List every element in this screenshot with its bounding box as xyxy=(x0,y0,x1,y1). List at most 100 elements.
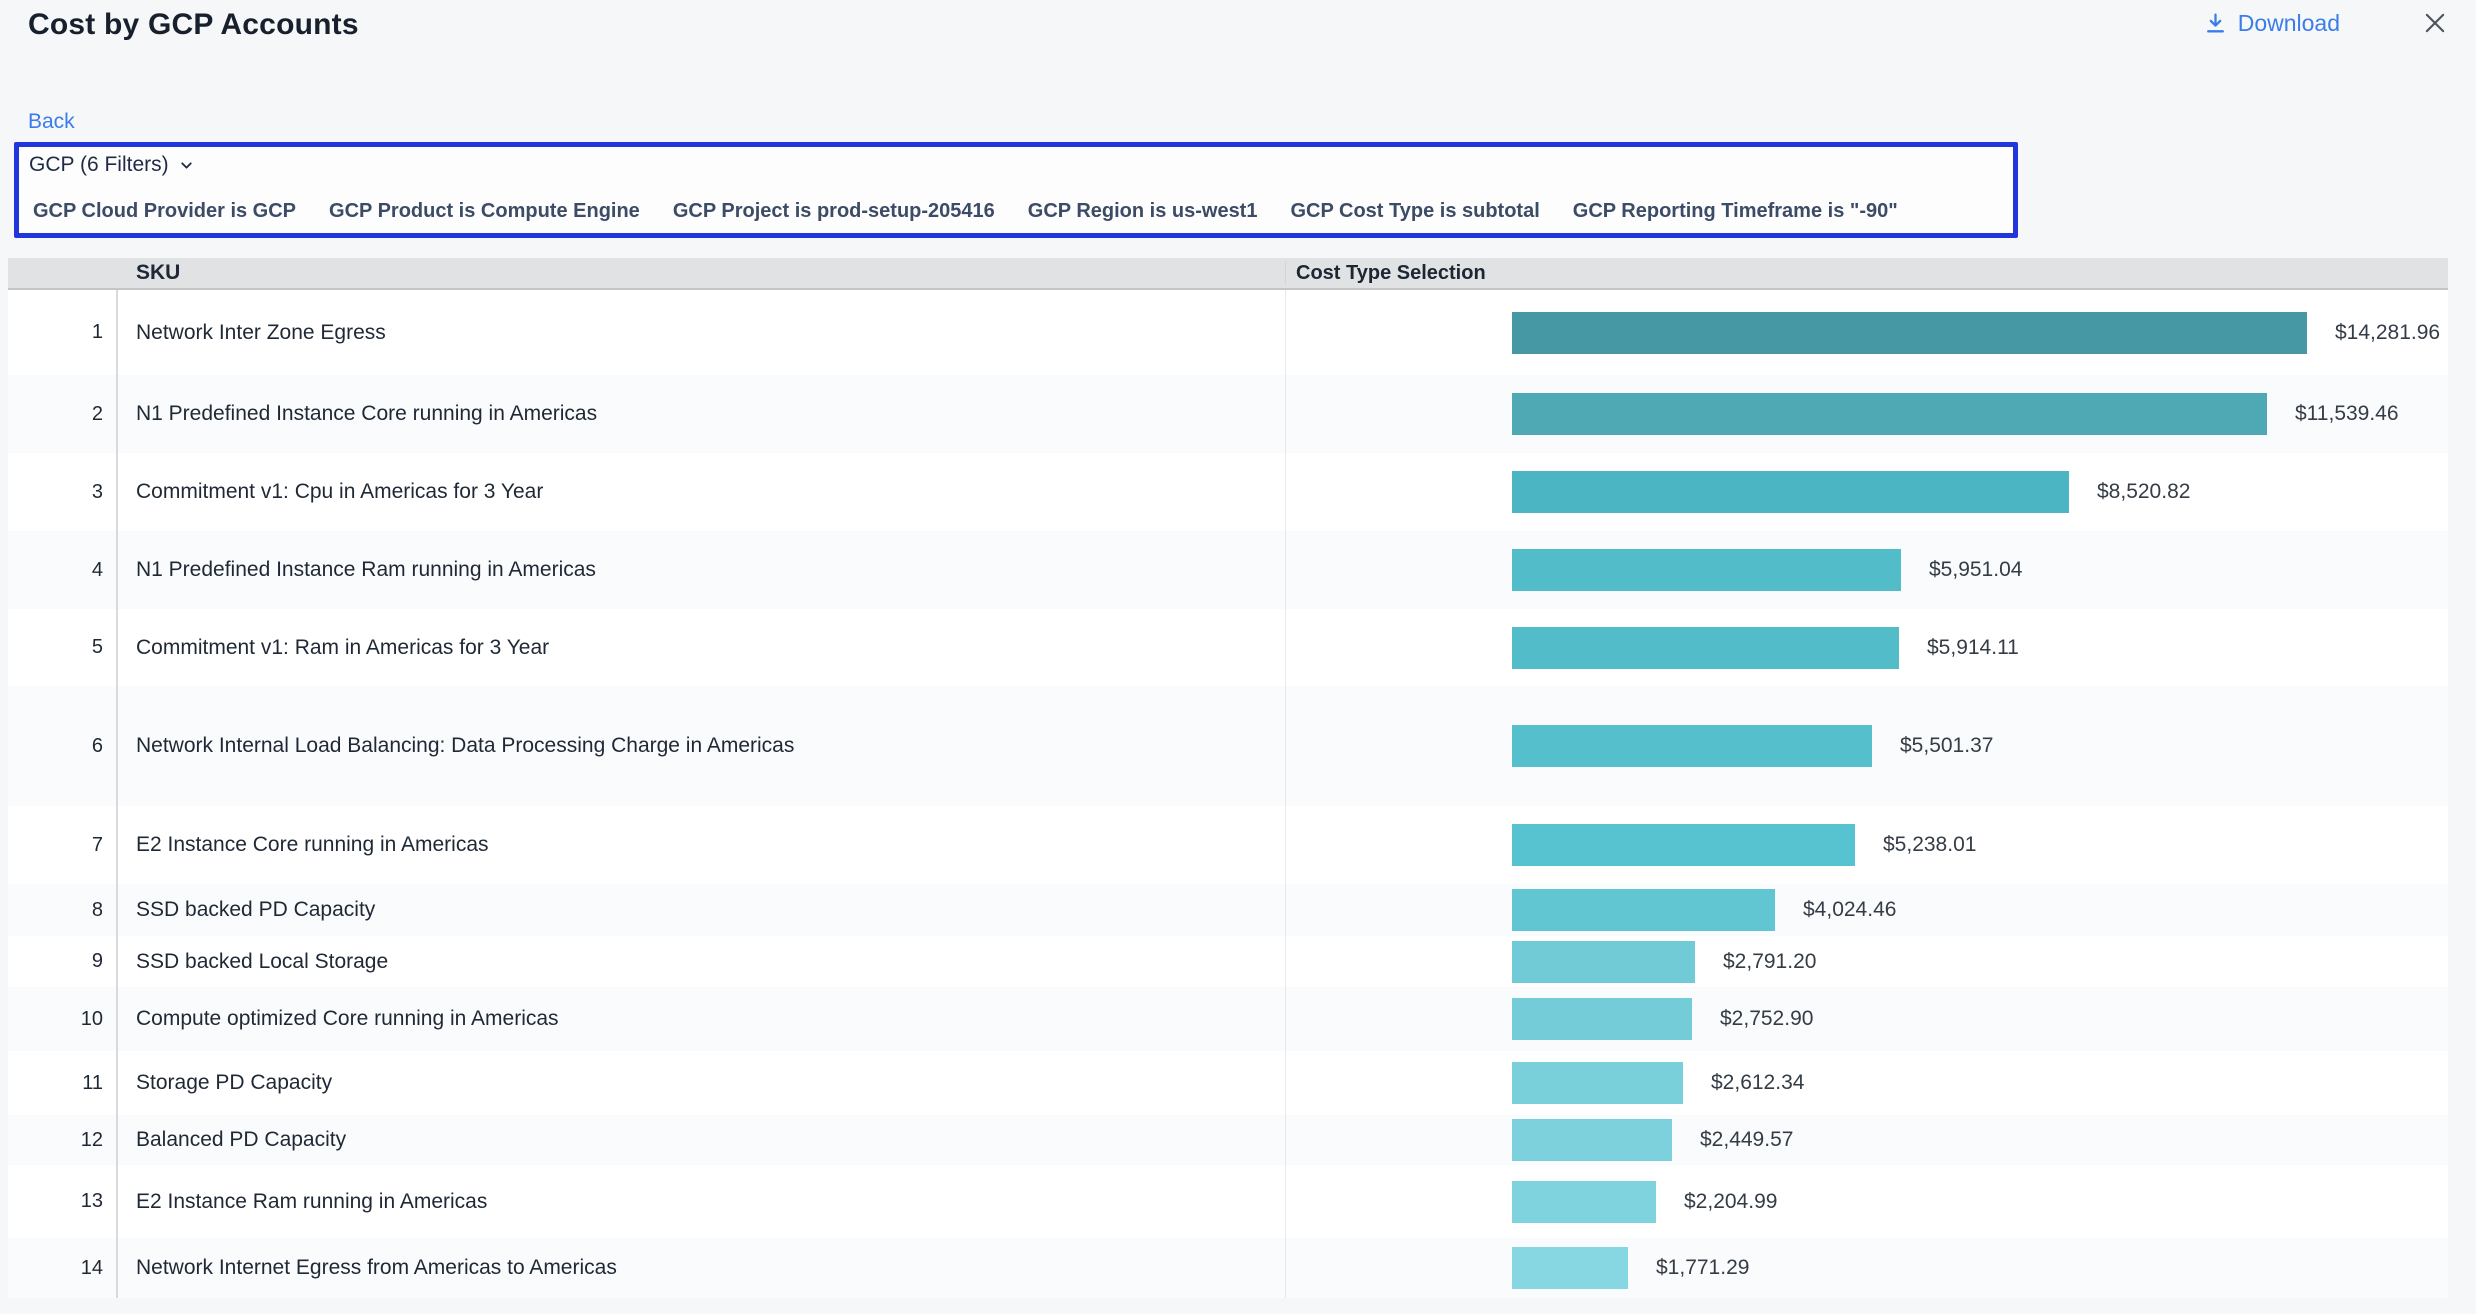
filter-chip: GCP Region is us-west1 xyxy=(1028,200,1258,223)
filter-chip: GCP Cloud Provider is GCP xyxy=(33,200,296,223)
row-number: 3 xyxy=(8,453,118,531)
sku-label: Storage PD Capacity xyxy=(118,1051,1285,1115)
table-row: 6Network Internal Load Balancing: Data P… xyxy=(8,686,2448,806)
cost-value: $8,520.82 xyxy=(2097,480,2190,504)
filter-panel: GCP (6 Filters) GCP Cloud Provider is GC… xyxy=(14,142,2018,238)
cost-value: $5,914.11 xyxy=(1927,636,2019,660)
cost-bar xyxy=(1512,1181,1656,1223)
table-row: 4N1 Predefined Instance Ram running in A… xyxy=(8,531,2448,609)
row-number: 5 xyxy=(8,609,118,686)
download-button[interactable]: Download xyxy=(2203,10,2340,37)
download-icon xyxy=(2203,11,2228,36)
sku-label: Network Inter Zone Egress xyxy=(118,290,1285,375)
filter-chip: GCP Cost Type is subtotal xyxy=(1290,200,1539,223)
table-row: 12Balanced PD Capacity $2,449.57 xyxy=(8,1115,2448,1165)
cost-bar xyxy=(1512,1247,1628,1289)
cost-bar-cell: $5,914.11 xyxy=(1285,609,2448,686)
sku-label: SSD backed PD Capacity xyxy=(118,884,1285,936)
cost-bar xyxy=(1512,725,1872,767)
cost-value: $1,771.29 xyxy=(1656,1256,1749,1280)
sku-label: Commitment v1: Cpu in Americas for 3 Yea… xyxy=(118,453,1285,531)
cost-bar-cell: $5,501.37 xyxy=(1285,686,2448,806)
cost-value: $5,501.37 xyxy=(1900,734,1993,758)
cost-bar-cell: $5,238.01 xyxy=(1285,806,2448,884)
cost-bar xyxy=(1512,393,2267,435)
cost-bar-cell: $2,791.20 xyxy=(1285,936,2448,987)
table-row: 3Commitment v1: Cpu in Americas for 3 Ye… xyxy=(8,453,2448,531)
cost-bar xyxy=(1512,1119,1672,1161)
row-number: 11 xyxy=(8,1051,118,1115)
sku-label: Network Internet Egress from Americas to… xyxy=(118,1238,1285,1298)
cost-bar xyxy=(1512,471,2069,513)
row-number: 6 xyxy=(8,686,118,806)
table-row: 11Storage PD Capacity $2,612.34 xyxy=(8,1051,2448,1115)
cost-value: $5,951.04 xyxy=(1929,558,2022,582)
cost-value: $2,612.34 xyxy=(1711,1071,1804,1095)
close-button[interactable] xyxy=(2420,8,2450,38)
cost-value: $2,204.99 xyxy=(1684,1190,1777,1214)
cost-bar xyxy=(1512,824,1855,866)
sku-label: Compute optimized Core running in Americ… xyxy=(118,987,1285,1051)
cost-value: $5,238.01 xyxy=(1883,833,1976,857)
chevron-down-icon xyxy=(178,157,195,174)
cost-bar-cell: $2,449.57 xyxy=(1285,1115,2448,1165)
filter-chip: GCP Project is prod-setup-205416 xyxy=(673,200,995,223)
table-row: 14Network Internet Egress from Americas … xyxy=(8,1238,2448,1298)
cost-bar-cell: $14,281.96 xyxy=(1285,290,2448,375)
filter-chip: GCP Product is Compute Engine xyxy=(329,200,640,223)
cost-bar xyxy=(1512,889,1775,931)
table-body: 1Network Inter Zone Egress $14,281.96 2N1 … xyxy=(8,290,2448,1298)
table-row: 7E2 Instance Core running in Americas$5,… xyxy=(8,806,2448,884)
table-row: 9SSD backed Local Storage$2,791.20 xyxy=(8,936,2448,987)
cost-value: $4,024.46 xyxy=(1803,898,1896,922)
download-label: Download xyxy=(2238,10,2340,37)
row-number: 2 xyxy=(8,375,118,453)
row-number: 7 xyxy=(8,806,118,884)
row-number: 8 xyxy=(8,884,118,936)
cost-bar-cell: $11,539.46 xyxy=(1285,375,2448,453)
table-row: 2N1 Predefined Instance Core running in … xyxy=(8,375,2448,453)
cost-type-selection-column-header: Cost Type Selection xyxy=(1285,262,2448,285)
cost-bar-cell: $2,204.99 xyxy=(1285,1165,2448,1238)
sku-column-header: SKU xyxy=(118,261,1285,285)
row-number: 9 xyxy=(8,936,118,987)
sku-label: Balanced PD Capacity xyxy=(118,1115,1285,1165)
cost-bar xyxy=(1512,941,1695,983)
filter-summary-dropdown[interactable]: GCP (6 Filters) xyxy=(29,153,195,177)
back-link[interactable]: Back xyxy=(28,110,75,134)
cost-bar-cell: $1,771.29 xyxy=(1285,1238,2448,1298)
sku-label: N1 Predefined Instance Core running in A… xyxy=(118,375,1285,453)
filter-summary-label: GCP (6 Filters) xyxy=(29,153,169,177)
filter-chip-list: GCP Cloud Provider is GCP GCP Product is … xyxy=(33,200,1898,223)
cost-bar xyxy=(1512,312,2307,354)
cost-value: $11,539.46 xyxy=(2295,402,2399,426)
sku-label: Network Internal Load Balancing: Data Pr… xyxy=(118,686,1285,806)
cost-bar-cell: $8,520.82 xyxy=(1285,453,2448,531)
sku-label: E2 Instance Ram running in Americas xyxy=(118,1165,1285,1238)
close-icon xyxy=(2420,8,2450,38)
row-number: 10 xyxy=(8,987,118,1051)
sku-label: N1 Predefined Instance Ram running in Am… xyxy=(118,531,1285,609)
sku-label: Commitment v1: Ram in Americas for 3 Yea… xyxy=(118,609,1285,686)
cost-bar xyxy=(1512,1062,1683,1104)
row-number: 1 xyxy=(8,290,118,375)
cost-value: $2,752.90 xyxy=(1720,1007,1813,1031)
cost-value: $2,449.57 xyxy=(1700,1128,1793,1152)
cost-bar-cell: $2,612.34 xyxy=(1285,1051,2448,1115)
table-row: 8SSD backed PD Capacity $4,024.46 xyxy=(8,884,2448,936)
table-row: 10Compute optimized Core running in Amer… xyxy=(8,987,2448,1051)
cost-bar-cell: $4,024.46 xyxy=(1285,884,2448,936)
cost-bar xyxy=(1512,998,1692,1040)
row-number: 4 xyxy=(8,531,118,609)
page-title: Cost by GCP Accounts xyxy=(28,8,359,42)
row-number: 13 xyxy=(8,1165,118,1238)
table-row: 5Commitment v1: Ram in Americas for 3 Ye… xyxy=(8,609,2448,686)
row-number: 14 xyxy=(8,1238,118,1298)
table-header-row: SKU Cost Type Selection xyxy=(8,258,2448,290)
table-row: 13E2 Instance Ram running in Americas $2,… xyxy=(8,1165,2448,1238)
cost-bar-cell: $5,951.04 xyxy=(1285,531,2448,609)
cost-bar xyxy=(1512,627,1899,669)
cost-value: $14,281.96 xyxy=(2335,321,2440,345)
row-number: 12 xyxy=(8,1115,118,1165)
table-row: 1Network Inter Zone Egress $14,281.96 xyxy=(8,290,2448,375)
